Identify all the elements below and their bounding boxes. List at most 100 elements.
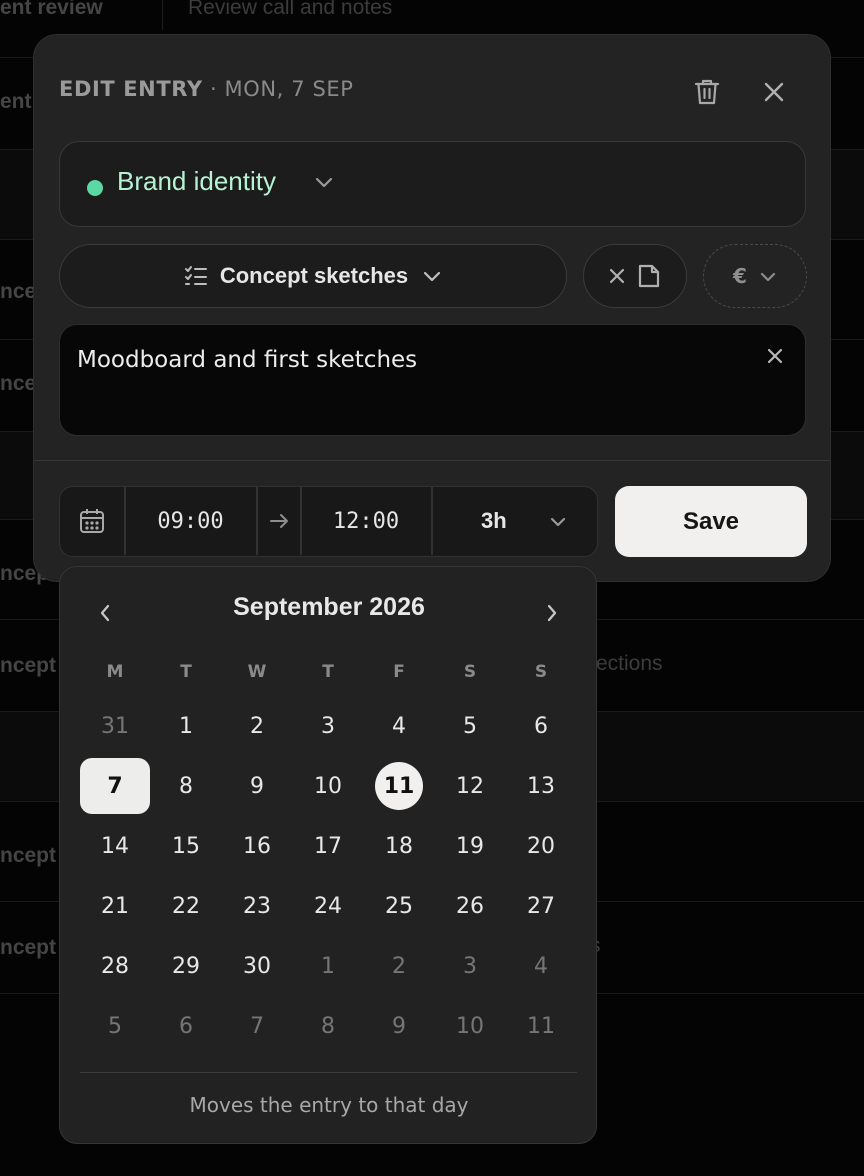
calendar-day[interactable]: 2 xyxy=(222,698,292,754)
billing-toggle[interactable]: € xyxy=(703,244,807,308)
calendar-day[interactable]: 17 xyxy=(293,818,363,874)
save-button-label: Save xyxy=(682,507,740,535)
calendar-day-number: 26 xyxy=(456,893,484,919)
dialog-title-date: · MON, 7 SEP xyxy=(202,77,354,101)
bg-row-note: ections xyxy=(596,652,663,675)
bg-row-label: ncept xyxy=(0,654,57,677)
calendar-day[interactable]: 6 xyxy=(506,698,576,754)
calendar-day-number: 1 xyxy=(179,713,193,739)
task-select[interactable]: Concept sketches xyxy=(59,244,567,308)
calendar-day-number: 1 xyxy=(321,953,335,979)
calendar-day[interactable]: 7 xyxy=(222,998,292,1054)
calendar-day[interactable]: 27 xyxy=(506,878,576,934)
checklist-icon xyxy=(184,266,207,285)
calendar-day-number: 27 xyxy=(527,893,555,919)
start-time-input[interactable]: 09:00 xyxy=(125,487,256,555)
chevron-down-icon xyxy=(315,177,333,188)
calendar-day-number: 23 xyxy=(243,893,271,919)
calendar-day[interactable]: 29 xyxy=(151,938,221,994)
calendar-hint: Moves the entry to that day xyxy=(189,1093,469,1117)
calendar-day[interactable]: 19 xyxy=(435,818,505,874)
calendar-day[interactable]: 1 xyxy=(151,698,221,754)
calendar-day[interactable]: 16 xyxy=(222,818,292,874)
trash-icon xyxy=(694,79,720,105)
calendar-day-number: 5 xyxy=(463,713,477,739)
calendar-day[interactable]: 1 xyxy=(293,938,363,994)
calendar-day[interactable]: 15 xyxy=(151,818,221,874)
calendar-day[interactable]: 13 xyxy=(506,758,576,814)
document-icon xyxy=(638,264,660,288)
end-time-input[interactable]: 12:00 xyxy=(301,487,431,555)
weekday-label: F xyxy=(393,662,405,682)
delete-entry-button[interactable] xyxy=(687,72,727,112)
calendar-day[interactable]: 9 xyxy=(364,998,434,1054)
chevron-down-icon xyxy=(424,271,441,282)
clear-attachment-button[interactable] xyxy=(583,244,687,308)
arrow-right-icon xyxy=(257,487,300,555)
calendar-day[interactable]: 20 xyxy=(506,818,576,874)
calendar-day-number: 2 xyxy=(392,953,406,979)
project-select[interactable]: Brand identity xyxy=(59,141,806,227)
calendar-day[interactable]: 4 xyxy=(364,698,434,754)
calendar-day-number: 10 xyxy=(314,773,342,799)
calendar-day[interactable]: 5 xyxy=(80,998,150,1054)
next-month-button[interactable] xyxy=(534,595,570,631)
description-field[interactable]: Moodboard and first sketches xyxy=(59,324,806,436)
calendar-day[interactable]: 31 xyxy=(80,698,150,754)
calendar-day-number: 9 xyxy=(250,773,264,799)
calendar-day[interactable]: 28 xyxy=(80,938,150,994)
calendar-day[interactable]: 6 xyxy=(151,998,221,1054)
calendar-day[interactable]: 24 xyxy=(293,878,363,934)
calendar-day[interactable]: 30 xyxy=(222,938,292,994)
calendar-day-number: 8 xyxy=(321,1013,335,1039)
edit-entry-dialog: EDIT ENTRY · MON, 7 SEP Brand identity C… xyxy=(33,34,831,582)
calendar-day[interactable]: 25 xyxy=(364,878,434,934)
calendar-day-number: 20 xyxy=(527,833,555,859)
calendar-day-number: 5 xyxy=(108,1013,122,1039)
calendar-day[interactable]: 14 xyxy=(80,818,150,874)
calendar-day-number: 15 xyxy=(172,833,200,859)
calendar-day[interactable]: 8 xyxy=(151,758,221,814)
calendar-day-number: 21 xyxy=(101,893,129,919)
project-name: Brand identity xyxy=(117,166,276,196)
calendar-day-number: 3 xyxy=(321,713,335,739)
calendar-day-number: 10 xyxy=(456,1013,484,1039)
euro-icon: € xyxy=(733,264,747,288)
calendar-day[interactable]: 3 xyxy=(435,938,505,994)
calendar-day[interactable]: 23 xyxy=(222,878,292,934)
calendar-day-number: 9 xyxy=(392,1013,406,1039)
date-picker-button[interactable] xyxy=(60,487,124,555)
project-color-dot xyxy=(87,180,103,196)
calendar-day[interactable]: 11 xyxy=(506,998,576,1054)
calendar-day-number: 4 xyxy=(392,713,406,739)
calendar-day[interactable]: 10 xyxy=(293,758,363,814)
close-dialog-button[interactable] xyxy=(754,72,794,112)
weekday-label: T xyxy=(322,662,334,682)
calendar-day[interactable]: 18 xyxy=(364,818,434,874)
calendar-day[interactable]: 12 xyxy=(435,758,505,814)
calendar-day-number: 12 xyxy=(456,773,484,799)
clear-description-button[interactable] xyxy=(761,342,789,370)
calendar-day-number: 25 xyxy=(385,893,413,919)
close-icon xyxy=(767,348,783,364)
calendar-day[interactable]: 8 xyxy=(293,998,363,1054)
save-button[interactable]: Save xyxy=(615,486,807,557)
calendar-day[interactable]: 2 xyxy=(364,938,434,994)
calendar-day[interactable]: 21 xyxy=(80,878,150,934)
calendar-day[interactable]: 4 xyxy=(506,938,576,994)
calendar-day[interactable]: 10 xyxy=(435,998,505,1054)
calendar-day[interactable]: 5 xyxy=(435,698,505,754)
calendar-day-number: 8 xyxy=(179,773,193,799)
dialog-title-label: EDIT ENTRY xyxy=(59,77,203,101)
calendar-day[interactable]: 26 xyxy=(435,878,505,934)
calendar-day-today[interactable]: 11 xyxy=(364,758,434,814)
calendar-divider xyxy=(80,1072,577,1073)
calendar-day[interactable]: 9 xyxy=(222,758,292,814)
calendar-day[interactable]: 3 xyxy=(293,698,363,754)
description-text: Moodboard and first sketches xyxy=(77,347,418,373)
calendar-day-selected[interactable]: 7 xyxy=(80,758,150,814)
duration-select[interactable]: 3h xyxy=(433,487,597,555)
calendar-day[interactable]: 22 xyxy=(151,878,221,934)
dialog-title: EDIT ENTRY · MON, 7 SEP xyxy=(59,77,354,101)
calendar-day-number: 17 xyxy=(314,833,342,859)
